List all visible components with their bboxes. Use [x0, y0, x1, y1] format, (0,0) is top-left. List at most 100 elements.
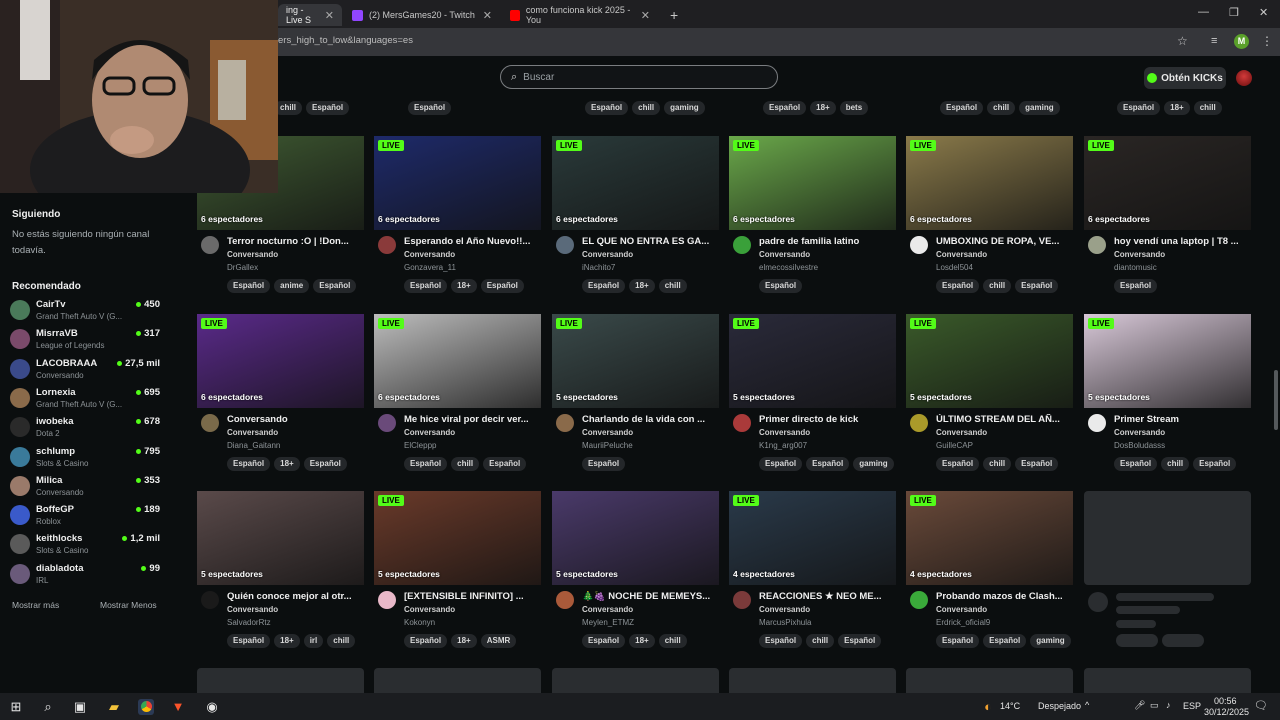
streamer-name[interactable]: diantomusic — [1114, 263, 1157, 272]
scrollbar[interactable] — [1272, 100, 1280, 693]
tag[interactable]: 18+ — [810, 101, 836, 115]
stream-thumbnail[interactable]: LIVE 4 espectadores — [729, 491, 896, 585]
stream-thumbnail[interactable]: LIVE 6 espectadores — [197, 314, 364, 408]
tag[interactable]: anime — [274, 279, 310, 293]
tag[interactable]: chill — [1161, 457, 1190, 471]
streamer-name[interactable]: K1ng_arg007 — [759, 441, 807, 450]
stream-category[interactable]: Conversando — [404, 605, 455, 614]
tag[interactable]: chill — [451, 457, 480, 471]
tag[interactable]: gaming — [853, 457, 894, 471]
stream-card[interactable]: LIVE 6 espectadores Conversando Conversando… — [197, 314, 364, 471]
stream-thumbnail[interactable]: LIVE 6 espectadores — [552, 136, 719, 230]
stream-title[interactable]: Esperando el Año Nuevo!!... — [404, 236, 541, 247]
tag[interactable]: 18+ — [451, 634, 477, 648]
windows-start-icon[interactable]: ⊞ — [8, 699, 24, 715]
stream-card[interactable]: LIVE 5 espectadores [EXTENSIBLE INFINITO] … — [374, 491, 541, 648]
recommended-channel[interactable]: LACOBRAAA Conversando 27,5 mil — [10, 356, 160, 384]
stream-category[interactable]: Conversando — [404, 428, 455, 437]
tag[interactable]: Español — [1015, 279, 1059, 293]
tag[interactable]: chill — [1193, 101, 1222, 115]
streamer-name[interactable]: SalvadorRtz — [227, 618, 271, 627]
stream-title[interactable]: [EXTENSIBLE INFINITO] ... — [404, 591, 541, 602]
stream-card[interactable]: LIVE 5 espectadores Primer directo de kick… — [729, 314, 896, 471]
streamer-avatar[interactable] — [1088, 236, 1106, 254]
volume-icon[interactable]: ♪ — [1166, 700, 1171, 710]
tag[interactable]: Español — [1114, 457, 1158, 471]
stream-title[interactable]: ÚLTIMO STREAM DEL AÑ... — [936, 414, 1073, 425]
stream-category[interactable]: Conversando — [582, 250, 633, 259]
tag[interactable]: Español — [582, 279, 626, 293]
tag[interactable]: chill — [274, 101, 303, 115]
stream-thumbnail[interactable]: LIVE 6 espectadores — [729, 136, 896, 230]
stream-category[interactable]: Conversando — [404, 250, 455, 259]
streamer-name[interactable]: Erdrick_oficial9 — [936, 618, 990, 627]
tag[interactable]: Español — [1117, 101, 1161, 115]
tag[interactable]: Español — [483, 457, 527, 471]
restore-icon[interactable]: ❐ — [1229, 6, 1239, 19]
streamer-name[interactable]: DosBoludasss — [1114, 441, 1165, 450]
stream-card[interactable]: LIVE 6 espectadores UMBOXING DE ROPA, VE..… — [906, 136, 1073, 293]
stream-thumbnail[interactable]: 5 espectadores — [197, 491, 364, 585]
stream-thumbnail[interactable]: LIVE 5 espectadores — [1084, 314, 1251, 408]
close-window-icon[interactable]: ✕ — [1259, 6, 1268, 19]
stream-thumbnail[interactable]: LIVE 4 espectadores — [906, 491, 1073, 585]
recommended-channel[interactable]: CairTv Grand Theft Auto V (G... 450 — [10, 297, 160, 325]
streamer-avatar[interactable] — [910, 414, 928, 432]
tag[interactable]: Español — [936, 634, 980, 648]
stream-category[interactable]: Conversando — [227, 250, 278, 259]
streamer-avatar[interactable] — [910, 236, 928, 254]
stream-card[interactable]: LIVE 5 espectadores ÚLTIMO STREAM DEL AÑ..… — [906, 314, 1073, 471]
stream-title[interactable]: Probando mazos de Clash... — [936, 591, 1073, 602]
tag[interactable]: Español — [480, 279, 524, 293]
tag[interactable]: ASMR — [480, 634, 517, 648]
stream-card[interactable]: LIVE 6 espectadores padre de familia latin… — [729, 136, 896, 293]
tag[interactable]: 18+ — [274, 634, 300, 648]
close-icon[interactable]: ✕ — [641, 9, 650, 22]
stream-title[interactable]: Primer directo de kick — [759, 414, 896, 425]
streamer-name[interactable]: Meylen_ETMZ — [582, 618, 634, 627]
menu-icon[interactable]: ⋮ — [1261, 34, 1273, 48]
tag[interactable]: 18+ — [451, 279, 477, 293]
task-view-icon[interactable]: ▣ — [72, 699, 88, 715]
tray-chevron-icon[interactable]: ^ — [1085, 700, 1089, 710]
streamer-name[interactable]: MarcusPixhula — [759, 618, 811, 627]
stream-title[interactable]: 🎄🍇 NOCHE DE MEMEYS... — [582, 591, 719, 602]
profile-avatar[interactable]: M — [1234, 34, 1249, 49]
stream-category[interactable]: Conversando — [936, 250, 987, 259]
tag[interactable]: chill — [327, 634, 356, 648]
stream-title[interactable]: Charlando de la vida con ... — [582, 414, 719, 425]
streamer-avatar[interactable] — [556, 236, 574, 254]
stream-thumbnail[interactable]: LIVE 6 espectadores — [374, 314, 541, 408]
tag[interactable]: chill — [983, 279, 1012, 293]
tag[interactable]: chill — [987, 101, 1016, 115]
stream-category[interactable]: Conversando — [227, 605, 278, 614]
streamer-avatar[interactable] — [201, 414, 219, 432]
tag[interactable]: chill — [658, 279, 687, 293]
recommended-channel[interactable]: Milica Conversando 353 — [10, 473, 160, 501]
stream-thumbnail[interactable]: LIVE 6 espectadores — [374, 136, 541, 230]
stream-category[interactable]: Conversando — [582, 605, 633, 614]
tag[interactable]: Español — [582, 457, 626, 471]
clock-date[interactable]: 30/12/2025 — [1204, 707, 1249, 717]
bookmark-star-icon[interactable]: ☆ — [1177, 34, 1188, 48]
recommended-channel[interactable]: iwobeka Dota 2 678 — [10, 414, 160, 442]
tag[interactable]: Español — [227, 279, 271, 293]
stream-title[interactable]: hoy vendí una laptop | T8 ... — [1114, 236, 1251, 247]
tag[interactable]: Español — [838, 634, 882, 648]
stream-card[interactable]: LIVE 6 espectadores Me hice viral por deci… — [374, 314, 541, 471]
close-icon[interactable]: ✕ — [483, 9, 492, 22]
stream-card[interactable]: LIVE 6 espectadores Esperando el Año Nuevo… — [374, 136, 541, 293]
tag[interactable]: gaming — [1030, 634, 1071, 648]
streamer-avatar[interactable] — [910, 591, 928, 609]
tag[interactable]: gaming — [1019, 101, 1060, 115]
tab-twitch[interactable]: (2) MersGames20 - Twitch ✕ — [344, 4, 500, 26]
tag[interactable]: chill — [632, 101, 661, 115]
tag[interactable]: Español — [404, 457, 448, 471]
stream-thumbnail[interactable]: LIVE 5 espectadores — [374, 491, 541, 585]
tag[interactable]: Español — [940, 101, 984, 115]
notifications-icon[interactable]: 🗨︎ — [1254, 699, 1268, 712]
tag[interactable]: Español — [303, 457, 347, 471]
tag[interactable]: 18+ — [274, 457, 300, 471]
tag[interactable]: Español — [227, 457, 271, 471]
file-explorer-icon[interactable]: ▰ — [106, 699, 122, 715]
